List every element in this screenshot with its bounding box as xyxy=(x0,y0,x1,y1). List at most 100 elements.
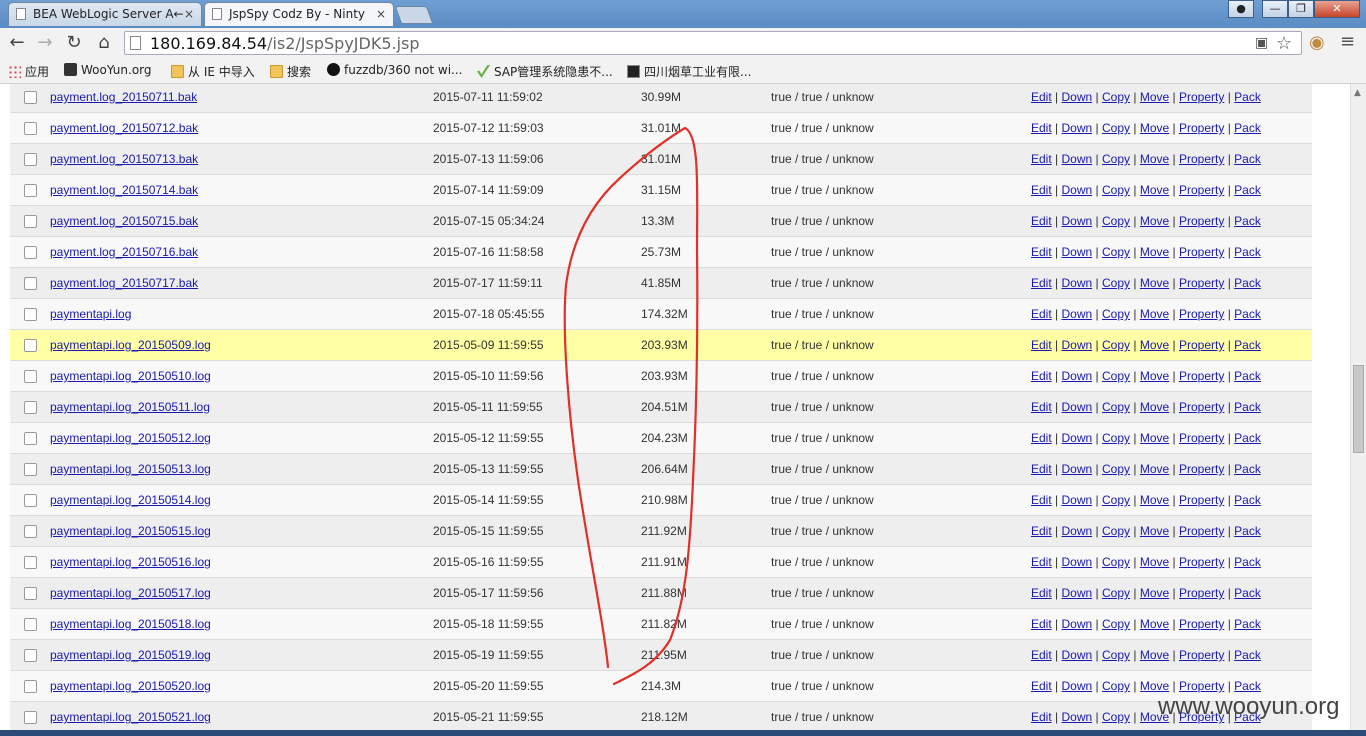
new-tab-button[interactable] xyxy=(394,6,434,24)
row-checkbox[interactable] xyxy=(23,184,37,198)
file-name-link[interactable]: paymentapi.log_20150514.log xyxy=(50,493,211,507)
row-checkbox[interactable] xyxy=(23,153,37,167)
row-checkbox[interactable] xyxy=(23,525,37,539)
file-name-link[interactable]: paymentapi.log_20150513.log xyxy=(50,462,211,476)
copy-link[interactable]: Copy xyxy=(1102,400,1130,414)
move-link[interactable]: Move xyxy=(1140,679,1169,693)
edit-link[interactable]: Edit xyxy=(1031,679,1052,693)
down-link[interactable]: Down xyxy=(1062,152,1093,166)
down-link[interactable]: Down xyxy=(1062,648,1093,662)
bookmark-search[interactable]: 搜索 xyxy=(270,63,311,80)
file-name-link[interactable]: paymentapi.log_20150511.log xyxy=(50,400,210,414)
down-link[interactable]: Down xyxy=(1062,121,1093,135)
bookmark-ie-import[interactable]: 从 IE 中导入 xyxy=(171,63,255,80)
file-name-link[interactable]: paymentapi.log_20150509.log xyxy=(50,338,211,352)
edit-link[interactable]: Edit xyxy=(1031,555,1052,569)
file-name-link[interactable]: paymentapi.log_20150519.log xyxy=(50,648,211,662)
row-checkbox[interactable] xyxy=(23,618,37,632)
row-checkbox[interactable] xyxy=(23,587,37,601)
file-name-link[interactable]: payment.log_20150716.bak xyxy=(50,245,198,259)
move-link[interactable]: Move xyxy=(1140,214,1169,228)
property-link[interactable]: Property xyxy=(1179,307,1224,321)
move-link[interactable]: Move xyxy=(1140,555,1169,569)
move-link[interactable]: Move xyxy=(1140,648,1169,662)
minimize-button[interactable]: — xyxy=(1262,0,1288,18)
row-checkbox[interactable] xyxy=(23,339,37,353)
row-checkbox[interactable] xyxy=(23,680,37,694)
pack-link[interactable]: Pack xyxy=(1234,90,1261,104)
property-link[interactable]: Property xyxy=(1179,276,1224,290)
copy-link[interactable]: Copy xyxy=(1102,555,1130,569)
down-link[interactable]: Down xyxy=(1062,524,1093,538)
down-link[interactable]: Down xyxy=(1062,276,1093,290)
move-link[interactable]: Move xyxy=(1140,431,1169,445)
down-link[interactable]: Down xyxy=(1062,710,1093,724)
property-link[interactable]: Property xyxy=(1179,462,1224,476)
move-link[interactable]: Move xyxy=(1140,400,1169,414)
down-link[interactable]: Down xyxy=(1062,245,1093,259)
copy-link[interactable]: Copy xyxy=(1102,90,1130,104)
file-name-link[interactable]: paymentapi.log_20150510.log xyxy=(50,369,211,383)
row-checkbox[interactable] xyxy=(23,401,37,415)
forward-icon[interactable]: → xyxy=(34,32,56,54)
edit-link[interactable]: Edit xyxy=(1031,214,1052,228)
row-checkbox[interactable] xyxy=(23,370,37,384)
property-link[interactable]: Property xyxy=(1179,431,1224,445)
maximize-button[interactable]: ❐ xyxy=(1288,0,1314,18)
down-link[interactable]: Down xyxy=(1062,90,1093,104)
tab-jspspy[interactable]: JspSpy Codz By - Ninty × xyxy=(204,2,394,26)
vertical-scrollbar[interactable]: ▲ xyxy=(1350,84,1366,736)
user-icon[interactable]: ● xyxy=(1228,0,1254,18)
row-checkbox[interactable] xyxy=(23,494,37,508)
copy-link[interactable]: Copy xyxy=(1102,245,1130,259)
scroll-up-icon[interactable]: ▲ xyxy=(1354,88,1361,98)
copy-link[interactable]: Copy xyxy=(1102,617,1130,631)
file-name-link[interactable]: payment.log_20150711.bak xyxy=(50,90,197,104)
copy-link[interactable]: Copy xyxy=(1102,152,1130,166)
property-link[interactable]: Property xyxy=(1179,338,1224,352)
move-link[interactable]: Move xyxy=(1140,121,1169,135)
file-name-link[interactable]: paymentapi.log xyxy=(50,307,131,321)
down-link[interactable]: Down xyxy=(1062,617,1093,631)
row-checkbox[interactable] xyxy=(23,122,37,136)
pack-link[interactable]: Pack xyxy=(1234,369,1261,383)
bookmark-sap[interactable]: SAP管理系统隐患不... xyxy=(477,63,613,80)
down-link[interactable]: Down xyxy=(1062,493,1093,507)
reload-icon[interactable]: ↻ xyxy=(63,32,85,54)
pack-link[interactable]: Pack xyxy=(1234,555,1261,569)
move-link[interactable]: Move xyxy=(1140,369,1169,383)
window-close-button[interactable]: ✕ xyxy=(1314,0,1360,18)
file-name-link[interactable]: payment.log_20150717.bak xyxy=(50,276,198,290)
pack-link[interactable]: Pack xyxy=(1234,586,1261,600)
bookmark-fuzzdb[interactable]: fuzzdb/360 not wi... xyxy=(327,63,462,77)
property-link[interactable]: Property xyxy=(1179,152,1224,166)
file-name-link[interactable]: paymentapi.log_20150518.log xyxy=(50,617,211,631)
property-link[interactable]: Property xyxy=(1179,586,1224,600)
edit-link[interactable]: Edit xyxy=(1031,462,1052,476)
move-link[interactable]: Move xyxy=(1140,307,1169,321)
row-checkbox[interactable] xyxy=(23,463,37,477)
pack-link[interactable]: Pack xyxy=(1234,214,1261,228)
edit-link[interactable]: Edit xyxy=(1031,710,1052,724)
property-link[interactable]: Property xyxy=(1179,679,1224,693)
bookmark-sichuan[interactable]: 四川烟草工业有限... xyxy=(627,63,751,80)
row-checkbox[interactable] xyxy=(23,308,37,322)
move-link[interactable]: Move xyxy=(1140,183,1169,197)
translate-icon[interactable]: ▣ xyxy=(1255,35,1268,51)
address-bar[interactable]: 180.169.84.54/is2/JspSpyJDK5.jsp ▣ ☆ xyxy=(124,31,1302,55)
property-link[interactable]: Property xyxy=(1179,524,1224,538)
edit-link[interactable]: Edit xyxy=(1031,152,1052,166)
edit-link[interactable]: Edit xyxy=(1031,369,1052,383)
move-link[interactable]: Move xyxy=(1140,586,1169,600)
edit-link[interactable]: Edit xyxy=(1031,276,1052,290)
row-checkbox[interactable] xyxy=(23,91,37,105)
property-link[interactable]: Property xyxy=(1179,648,1224,662)
copy-link[interactable]: Copy xyxy=(1102,710,1130,724)
down-link[interactable]: Down xyxy=(1062,679,1093,693)
down-link[interactable]: Down xyxy=(1062,338,1093,352)
copy-link[interactable]: Copy xyxy=(1102,121,1130,135)
edit-link[interactable]: Edit xyxy=(1031,431,1052,445)
move-link[interactable]: Move xyxy=(1140,245,1169,259)
edit-link[interactable]: Edit xyxy=(1031,307,1052,321)
close-icon[interactable]: × xyxy=(184,3,194,25)
